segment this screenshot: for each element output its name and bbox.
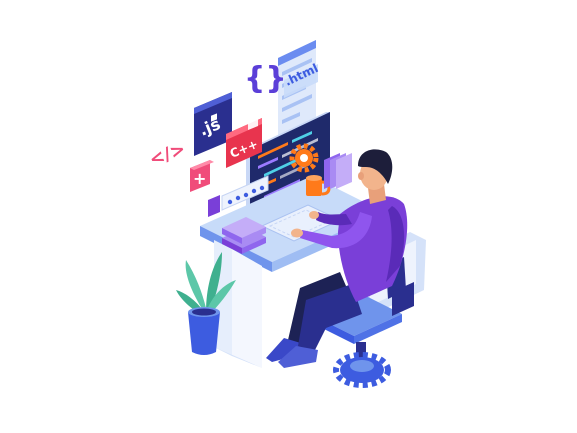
plus-label-large: +	[193, 169, 206, 188]
plus-badge-large: +	[190, 160, 214, 192]
chair-base	[333, 352, 391, 388]
code-tag-icon: </>	[147, 138, 189, 170]
developer-illustration: .html {} .js + </> +	[147, 40, 426, 388]
braces-label: {}	[244, 61, 287, 96]
curly-braces-icon: {}	[244, 61, 287, 96]
code-tag-label: </>	[147, 138, 189, 170]
folders	[324, 153, 352, 189]
